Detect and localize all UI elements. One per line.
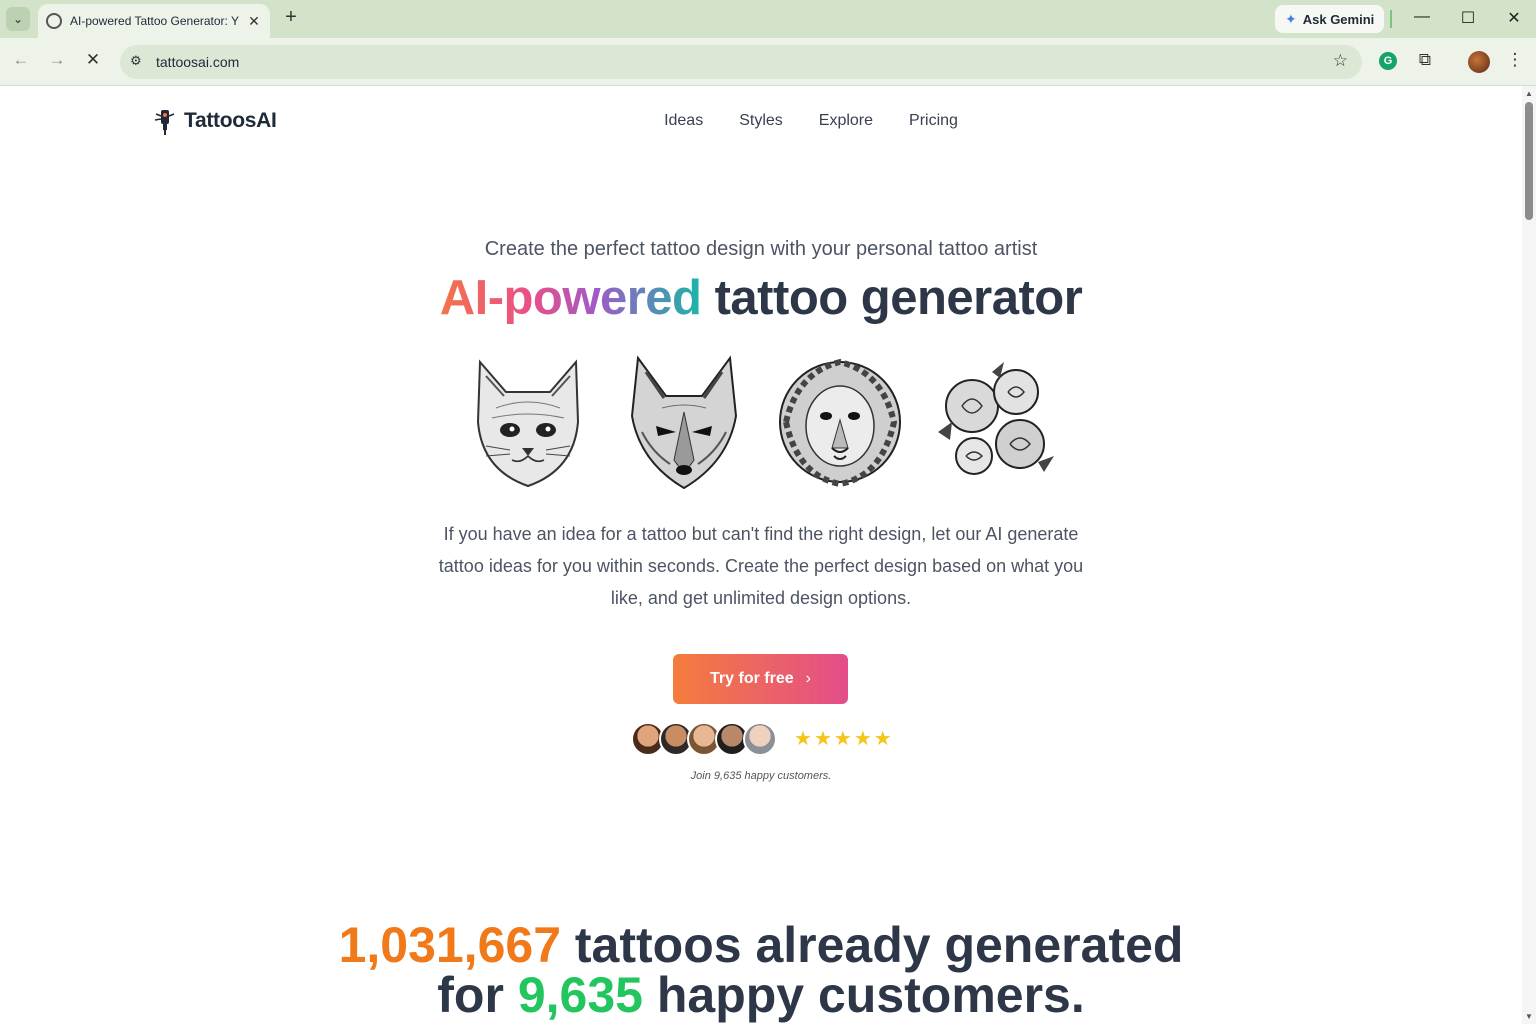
nav-link-pricing[interactable]: Pricing xyxy=(909,112,958,130)
new-tab-button[interactable]: + xyxy=(280,6,302,29)
nav-link-styles[interactable]: Styles xyxy=(739,112,783,130)
tab-close-icon[interactable]: ✕ xyxy=(246,13,262,30)
web-page: TattoosAI Ideas Styles Explore Pricing C… xyxy=(0,86,1522,1024)
page-scrollbar[interactable]: ▲ ▼ xyxy=(1522,86,1536,1024)
hero-headline: AI-powered tattoo generator xyxy=(0,270,1522,326)
tab-title: AI-powered Tattoo Generator: Y xyxy=(70,14,239,28)
star-icon: ★ xyxy=(853,728,872,750)
customer-avatars xyxy=(631,722,777,756)
tab-favicon-icon xyxy=(46,13,62,29)
lion-tattoo-image xyxy=(779,358,901,488)
roses-tattoo-image xyxy=(938,362,1054,475)
headline-text: tattoo generator xyxy=(714,271,1083,325)
customers-note: Join 9,635 happy customers. xyxy=(690,770,832,782)
for-text: for xyxy=(437,967,504,1023)
hero-intro: If you have an idea for a tattoo but can… xyxy=(438,524,1084,608)
customers-text: happy customers. xyxy=(656,967,1085,1023)
browser-toolbar: ← → ✕ ⚙ tattoosai.com ☆ G ⧉ ⋮ xyxy=(0,38,1536,86)
toolbar-divider xyxy=(1390,10,1392,28)
hero-subtitle: Create the perfect tattoo design with yo… xyxy=(484,238,1038,260)
active-tab[interactable]: AI-powered Tattoo Generator: Y ✕ xyxy=(38,4,270,38)
cta-label: Try for free xyxy=(710,670,794,687)
gemini-sparkle-icon: ✦ xyxy=(1285,10,1297,27)
chevron-right-icon: › xyxy=(805,670,811,687)
tab-search-icon[interactable]: ⌄ xyxy=(6,7,30,31)
scroll-down-icon[interactable]: ▼ xyxy=(1525,1012,1533,1021)
bookmark-star-icon[interactable]: ☆ xyxy=(1333,51,1348,71)
scrollbar-thumb[interactable] xyxy=(1525,102,1533,220)
ask-gemini-label: Ask Gemini xyxy=(1302,11,1375,27)
nav-link-explore[interactable]: Explore xyxy=(819,112,873,130)
tattoos-text: tattoos already generated xyxy=(574,917,1184,973)
address-bar[interactable]: ⚙ tattoosai.com ☆ xyxy=(120,45,1362,79)
cat-tattoo-image xyxy=(476,359,580,488)
star-icon: ★ xyxy=(813,728,832,750)
star-icon: ★ xyxy=(833,728,852,750)
nav-link-ideas[interactable]: Ideas xyxy=(664,112,703,130)
back-icon[interactable]: ← xyxy=(10,50,32,70)
star-icon: ★ xyxy=(873,728,892,750)
star-icon: ★ xyxy=(794,728,812,750)
profile-avatar[interactable] xyxy=(1468,51,1490,73)
avatar xyxy=(743,722,777,756)
customers-count: 9,635 xyxy=(517,967,643,1023)
site-nav: Ideas Styles Explore Pricing xyxy=(0,112,1522,130)
minimize-button[interactable]: — xyxy=(1412,8,1432,26)
site-settings-icon[interactable]: ⚙ xyxy=(130,53,142,69)
browser-tab-strip: ⌄ AI-powered Tattoo Generator: Y ✕ + ✦ A… xyxy=(0,0,1536,38)
ask-gemini-button[interactable]: ✦ Ask Gemini xyxy=(1275,5,1385,33)
headline-gradient-text: AI-powered xyxy=(439,271,702,325)
url-text[interactable]: tattoosai.com xyxy=(156,54,239,70)
extensions-icon[interactable]: ⧉ xyxy=(1414,50,1436,70)
stats-headline: 1,031,667 tattoos already generated for … xyxy=(0,920,1522,1020)
wolf-tattoo-image xyxy=(630,355,738,490)
tattoo-gallery xyxy=(466,352,1058,490)
grammarly-icon[interactable]: G xyxy=(1379,52,1397,70)
maximize-button[interactable]: ☐ xyxy=(1458,8,1478,28)
scroll-up-icon[interactable]: ▲ xyxy=(1525,89,1533,98)
forward-icon[interactable]: → xyxy=(46,50,68,70)
stop-icon[interactable]: ✕ xyxy=(82,50,104,70)
try-for-free-button[interactable]: Try for free › xyxy=(673,654,848,704)
rating-stars: ★ ★ ★ ★ ★ xyxy=(794,728,892,750)
close-window-button[interactable]: ✕ xyxy=(1504,8,1524,28)
menu-icon[interactable]: ⋮ xyxy=(1504,50,1526,70)
tattoos-count: 1,031,667 xyxy=(338,917,561,973)
